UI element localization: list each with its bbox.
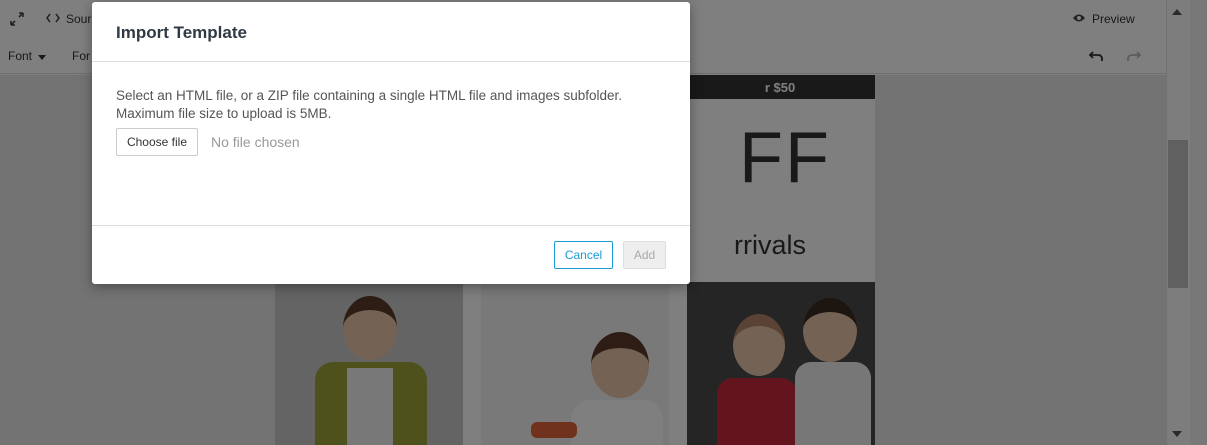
file-status-text: No file chosen xyxy=(211,134,300,150)
choose-file-button[interactable]: Choose file xyxy=(116,128,198,156)
dialog-footer: Cancel Add xyxy=(92,225,690,284)
dialog-header: Import Template xyxy=(92,2,690,62)
dialog-title: Import Template xyxy=(116,23,247,42)
cancel-button[interactable]: Cancel xyxy=(554,241,613,269)
upload-instructions: Select an HTML file, or a ZIP file conta… xyxy=(116,88,622,121)
dialog-body: Select an HTML file, or a ZIP file conta… xyxy=(92,63,690,225)
import-template-dialog: Import Template Select an HTML file, or … xyxy=(92,2,690,284)
add-button[interactable]: Add xyxy=(623,241,666,269)
